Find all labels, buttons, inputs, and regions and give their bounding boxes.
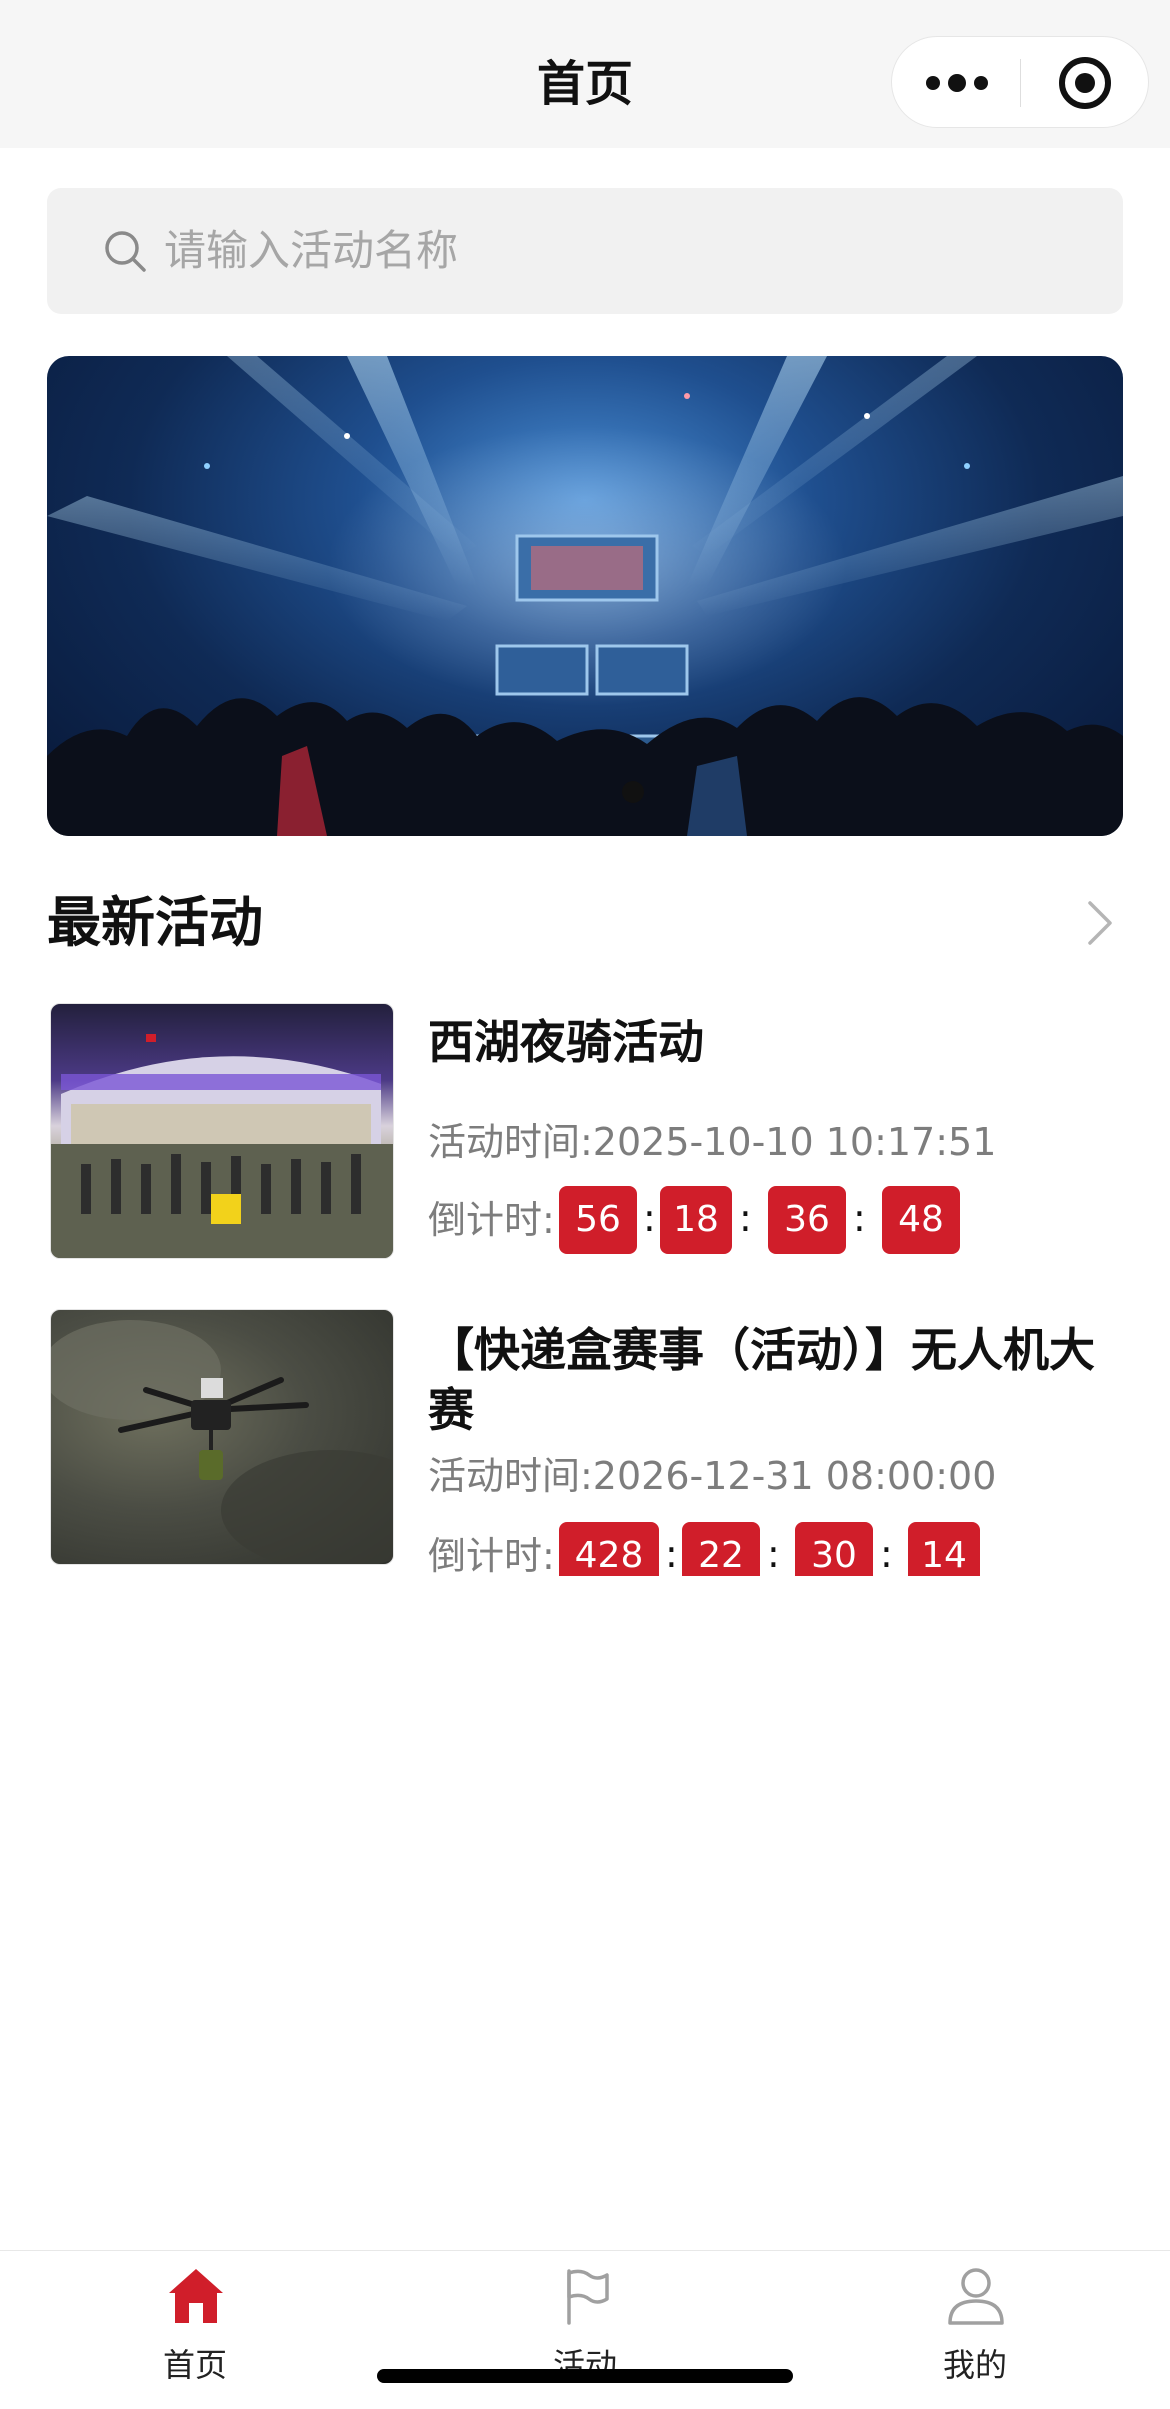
countdown-days: 428 xyxy=(559,1522,659,1576)
countdown-separator: : xyxy=(665,1532,678,1576)
countdown-minutes: 36 xyxy=(768,1186,846,1254)
search-icon xyxy=(105,231,146,272)
activity-time: 活动时间:2026-12-31 08:00:00 xyxy=(428,1454,997,1498)
activity-thumbnail xyxy=(50,1003,394,1259)
countdown-separator: : xyxy=(880,1532,893,1576)
navigation-bar: 首页 xyxy=(0,0,1170,148)
tab-bar: 首页 活动 我的 xyxy=(0,2250,1170,2409)
countdown-minutes: 30 xyxy=(795,1522,873,1576)
activity-card[interactable]: 西湖夜骑活动 活动时间:2025-10-10 10:17:51 倒计时: 56 … xyxy=(47,1000,1123,1264)
banner-carousel[interactable] xyxy=(47,356,1123,836)
tab-activity[interactable]: 活动 xyxy=(485,2251,685,2409)
activity-title: 【快递盒赛事（活动）】无人机大赛 xyxy=(428,1323,1095,1437)
chevron-right-icon[interactable] xyxy=(1082,897,1118,949)
countdown-seconds: 14 xyxy=(908,1522,980,1576)
countdown-seconds: 48 xyxy=(882,1186,960,1254)
target-icon[interactable] xyxy=(1057,55,1113,111)
tab-label: 我的 xyxy=(942,2346,1007,2384)
countdown-separator: : xyxy=(767,1532,780,1576)
countdown-separator: : xyxy=(853,1196,866,1240)
flag-icon xyxy=(567,2269,609,2325)
countdown-label: 倒计时: xyxy=(428,1198,555,1242)
activity-thumbnail xyxy=(50,1309,394,1565)
banner-image xyxy=(47,356,1123,836)
search-placeholder: 请输入活动名称 xyxy=(164,226,459,275)
tab-home[interactable]: 首页 xyxy=(95,2251,295,2409)
countdown-hours: 18 xyxy=(660,1186,732,1254)
activity-card[interactable]: 【快递盒赛事（活动）】无人机大赛 活动时间:2026-12-31 08:00:0… xyxy=(47,1306,1123,1576)
countdown: 倒计时: 56 : 18 : 36 : 48 xyxy=(428,1186,1128,1258)
tab-mine[interactable]: 我的 xyxy=(875,2251,1075,2409)
more-dots-icon[interactable] xyxy=(922,63,992,103)
tab-label: 首页 xyxy=(162,2346,227,2384)
mini-program-capsule xyxy=(891,36,1149,128)
home-indicator xyxy=(377,2369,793,2383)
activity-time: 活动时间:2025-10-10 10:17:51 xyxy=(428,1120,997,1164)
countdown-hours: 22 xyxy=(682,1522,760,1576)
user-icon xyxy=(948,2268,1004,2325)
latest-activities-title: 最新活动 xyxy=(47,891,263,954)
countdown-separator: : xyxy=(739,1196,752,1240)
home-icon xyxy=(169,2269,223,2323)
capsule-divider xyxy=(1020,59,1021,107)
countdown-separator: : xyxy=(643,1196,656,1240)
countdown: 倒计时: 428 : 22 : 30 : 14 xyxy=(428,1522,1128,1576)
carousel-indicator-dot[interactable] xyxy=(622,781,644,803)
countdown-label: 倒计时: xyxy=(428,1534,555,1576)
countdown-days: 56 xyxy=(559,1186,637,1254)
search-input[interactable]: 请输入活动名称 xyxy=(47,188,1123,314)
activity-title: 西湖夜骑活动 xyxy=(428,1015,704,1069)
